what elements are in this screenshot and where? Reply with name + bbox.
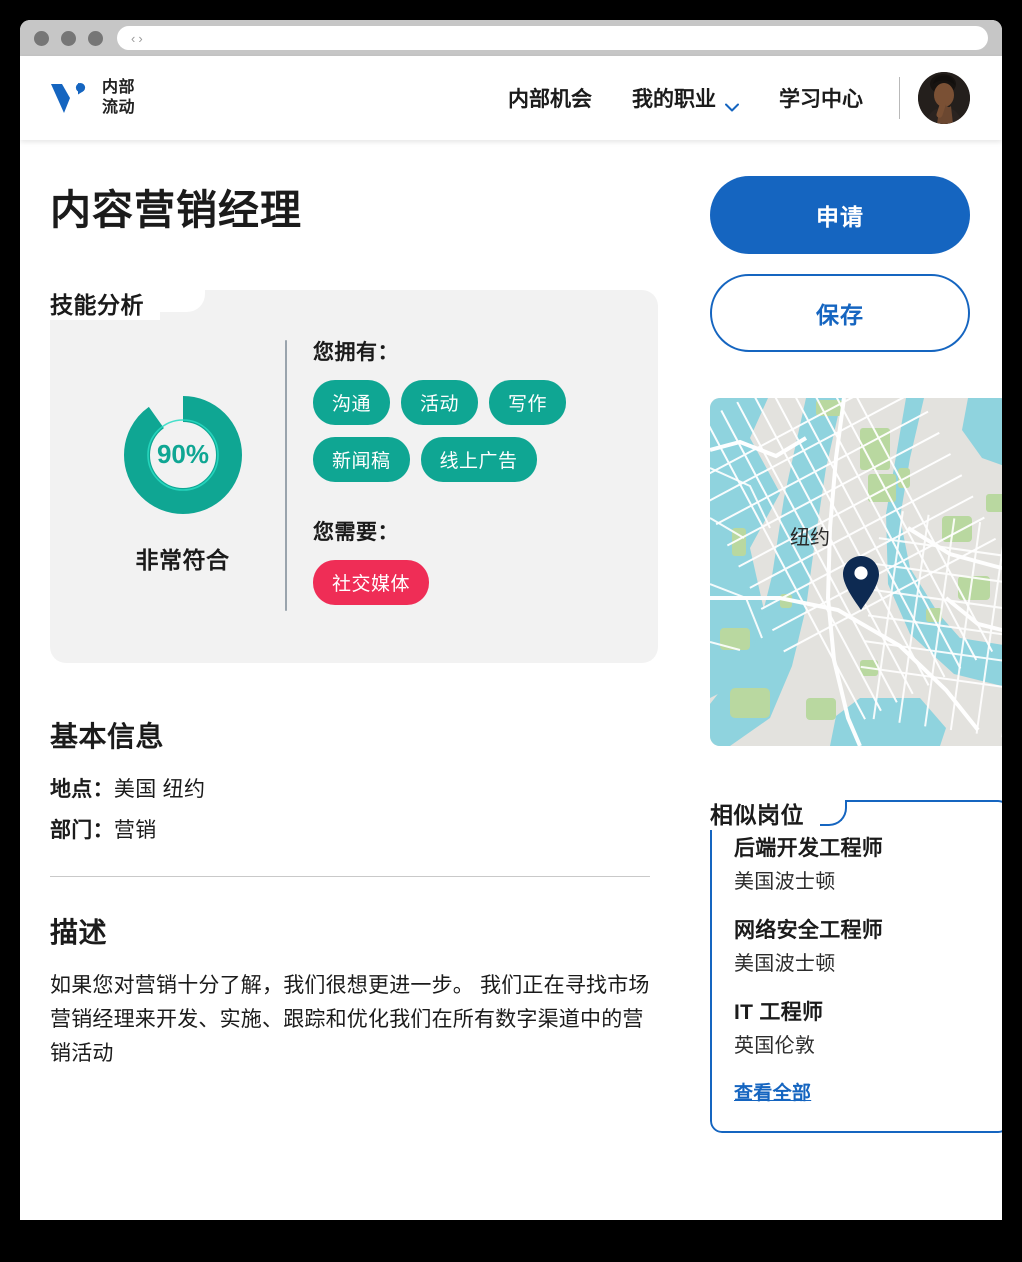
brand-line-2: 流动 [102, 99, 136, 116]
match-caption: 非常符合 [135, 546, 230, 573]
skill-analysis-card: 90% 非常符合 您拥有： 沟通 活动 写作 新闻稿 线上广告 您需要： 社交媒… [50, 290, 658, 663]
nav-label: 学习中心 [779, 88, 863, 111]
info-row-location: 地点：美国 纽约 [50, 773, 658, 803]
map-city-label: 纽约 [790, 526, 830, 549]
skill-tag-missing[interactable]: 社交媒体 [313, 560, 430, 605]
forward-icon[interactable]: › [138, 32, 142, 45]
similar-jobs-card: 后端开发工程师 美国波士顿 网络安全工程师 美国波士顿 IT 工程师 英国伦敦 … [710, 800, 1002, 1133]
close-window-button[interactable] [34, 30, 49, 46]
brand-line-1: 内部 [102, 79, 136, 97]
skills-have-label: 您拥有： [313, 341, 399, 364]
header-divider [899, 77, 900, 119]
similar-jobs-heading: 相似岗位 [710, 800, 820, 830]
nav-item-internal-opportunities[interactable]: 内部机会 [488, 83, 612, 113]
job-title: 网络安全工程师 [734, 919, 884, 942]
description-section: 描述 如果您对营销十分了解，我们很想更进一步。 我们正在寻找市场营销经理来开发、… [50, 911, 658, 1071]
skill-analysis-section: 技能分析 90% 非常符合 您拥有： 沟通 活动 写作 新闻稿 线上广告 您需要… [50, 290, 658, 663]
basic-info-heading: 基本信息 [50, 721, 165, 752]
skill-lists: 您拥有： 沟通 活动 写作 新闻稿 线上广告 您需要： 社交媒体 [313, 334, 628, 617]
similar-jobs-section: 相似岗位 后端开发工程师 美国波士顿 网络安全工程师 美国波士顿 IT 工程师 … [710, 800, 1002, 1133]
nav-label: 我的职业 [632, 88, 716, 111]
skill-panel-divider [285, 340, 287, 611]
job-location: 英国伦敦 [734, 1035, 816, 1057]
skills-have-tags-row2: 新闻稿 线上广告 [313, 437, 628, 482]
nav-label: 内部机会 [508, 88, 592, 111]
skill-tag[interactable]: 新闻稿 [313, 437, 410, 482]
right-column: 申请 保存 纽约 相似岗位 后端开发工程师 美国波士顿 网络安全工程师 美国波士… [710, 176, 1002, 1133]
browser-chrome: ‹ › [20, 20, 1002, 56]
left-column: 内容营销经理 技能分析 90% 非常符合 您拥有： 沟通 活动 写作 新闻稿 线… [50, 176, 658, 1133]
see-all-link[interactable]: 查看全部 [734, 1078, 986, 1105]
info-value: 营销 [113, 819, 157, 842]
browser-window: ‹ › 内部 流动 内部机会 我的职业 学习中心 内容营销经理 技能分析 90%… [20, 20, 1002, 1220]
list-item[interactable]: 后端开发工程师 美国波士顿 [734, 832, 986, 894]
nav-item-my-career[interactable]: 我的职业 [612, 83, 759, 113]
brand-logo[interactable]: 内部 流动 [50, 78, 135, 117]
address-bar[interactable]: ‹ › [117, 26, 988, 50]
info-value: 美国 纽约 [113, 778, 206, 801]
info-row-department: 部门：营销 [50, 814, 658, 844]
job-location: 美国波士顿 [734, 953, 836, 975]
window-traffic-lights [34, 30, 103, 46]
site-header: 内部 流动 内部机会 我的职业 学习中心 [20, 56, 1002, 140]
v-logo-icon [50, 81, 90, 115]
skills-need-tags: 社交媒体 [313, 560, 628, 605]
job-title: 后端开发工程师 [734, 837, 884, 860]
location-map[interactable]: 纽约 [710, 398, 1002, 746]
info-key: 地点： [50, 778, 114, 801]
info-key: 部门： [50, 819, 114, 842]
back-icon[interactable]: ‹ [131, 32, 135, 45]
list-item[interactable]: 网络安全工程师 美国波士顿 [734, 914, 986, 976]
match-percent-text: 90% [156, 439, 208, 469]
avatar[interactable] [918, 72, 970, 124]
apply-button[interactable]: 申请 [710, 176, 970, 254]
skill-analysis-heading: 技能分析 [50, 290, 160, 320]
skill-tag[interactable]: 线上广告 [420, 437, 537, 482]
minimize-window-button[interactable] [61, 30, 76, 46]
save-button[interactable]: 保存 [710, 274, 970, 352]
skills-have-tags: 沟通 活动 写作 [313, 380, 628, 425]
list-item[interactable]: IT 工程师 英国伦敦 [734, 996, 986, 1058]
skill-tag[interactable]: 活动 [401, 380, 479, 425]
job-location: 美国波士顿 [734, 871, 836, 893]
brand-name: 内部 流动 [102, 78, 135, 117]
skill-tag[interactable]: 沟通 [313, 380, 391, 425]
basic-info-section: 基本信息 地点：美国 纽约 部门：营销 [50, 715, 658, 844]
main-navigation: 内部机会 我的职业 学习中心 [488, 72, 970, 124]
match-donut-chart: 90% [121, 393, 245, 517]
job-title: IT 工程师 [734, 1001, 824, 1024]
description-heading: 描述 [50, 917, 108, 948]
page-content: 内容营销经理 技能分析 90% 非常符合 您拥有： 沟通 活动 写作 新闻稿 线… [20, 140, 1002, 1133]
maximize-window-button[interactable] [88, 30, 103, 46]
match-score-block: 90% 非常符合 [80, 334, 285, 617]
nav-chevrons: ‹ › [131, 32, 143, 45]
chevron-down-icon [725, 94, 739, 111]
section-divider [50, 876, 650, 877]
page-title: 内容营销经理 [50, 187, 302, 233]
description-body: 如果您对营销十分了解，我们很想更进一步。 我们正在寻找市场营销经理来开发、实施、… [50, 974, 650, 1066]
skills-need-label: 您需要： [313, 521, 399, 544]
skills-need-block: 您需要： 社交媒体 [313, 516, 628, 605]
skill-tag[interactable]: 写作 [489, 380, 567, 425]
nav-item-learning-center[interactable]: 学习中心 [759, 83, 883, 113]
